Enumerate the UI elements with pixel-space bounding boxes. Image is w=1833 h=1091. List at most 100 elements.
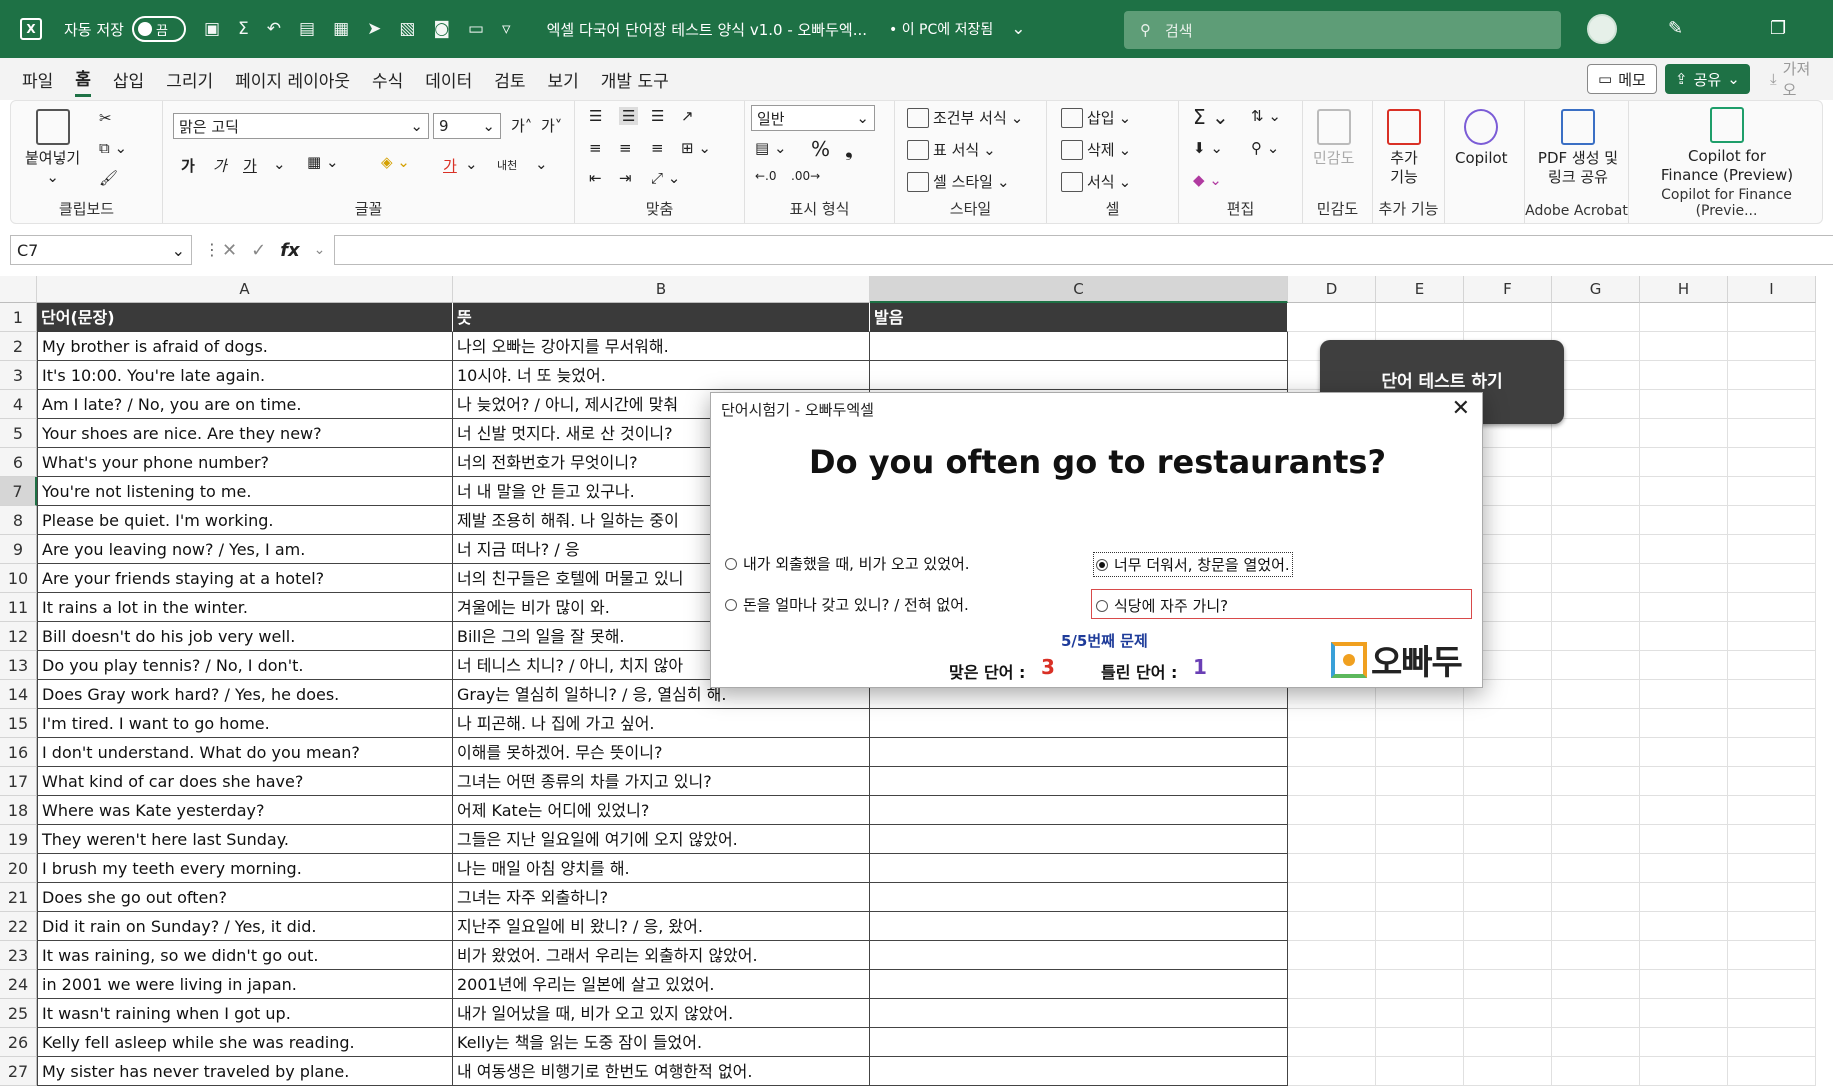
- align-right-icon[interactable]: ≡: [651, 139, 664, 157]
- empty-cell[interactable]: [1640, 303, 1728, 332]
- row-header[interactable]: 27: [0, 1057, 37, 1086]
- option-3[interactable]: 돈을 얼마나 갖고 있니? / 전혀 없어.: [725, 594, 969, 615]
- addins-button[interactable]: 추가 기능: [1387, 109, 1421, 187]
- empty-cell[interactable]: [1640, 883, 1728, 912]
- table-cell[interactable]: It rains a lot in the winter.: [37, 593, 453, 622]
- clear-icon[interactable]: ◆ ⌄: [1193, 171, 1222, 189]
- tab-home[interactable]: 홈: [75, 61, 91, 97]
- empty-cell[interactable]: [1288, 970, 1376, 999]
- row-header[interactable]: 22: [0, 912, 37, 941]
- table-cell[interactable]: 나 피곤해. 나 집에 가고 싶어.: [453, 709, 870, 738]
- table-cell[interactable]: 이해를 못하겠어. 무슨 뜻이니?: [453, 738, 870, 767]
- tab-developer[interactable]: 개발 도구: [601, 63, 669, 96]
- indent-icon[interactable]: ⇥: [619, 169, 632, 187]
- table-cell[interactable]: 나의 오빠는 강아지를 무서워해.: [453, 332, 870, 361]
- empty-cell[interactable]: [1728, 883, 1816, 912]
- empty-cell[interactable]: [1640, 651, 1728, 680]
- tab-view[interactable]: 보기: [548, 63, 579, 96]
- header-cell[interactable]: 단어(문장): [37, 303, 453, 332]
- row-header[interactable]: 3: [0, 361, 37, 390]
- empty-cell[interactable]: [1552, 535, 1640, 564]
- camera-icon[interactable]: ◙: [433, 19, 450, 39]
- empty-cell[interactable]: [1464, 1028, 1552, 1057]
- empty-cell[interactable]: [1640, 477, 1728, 506]
- number-format-select[interactable]: 일반 ⌄: [751, 105, 875, 131]
- table-cell[interactable]: [870, 361, 1288, 390]
- empty-cell[interactable]: [1376, 1057, 1464, 1086]
- empty-cell[interactable]: [1552, 622, 1640, 651]
- empty-cell[interactable]: [1728, 912, 1816, 941]
- empty-cell[interactable]: [1464, 767, 1552, 796]
- tab-data[interactable]: 데이터: [425, 63, 472, 96]
- table-cell[interactable]: They weren't here last Sunday.: [37, 825, 453, 854]
- empty-cell[interactable]: [1728, 709, 1816, 738]
- row-header[interactable]: 16: [0, 738, 37, 767]
- empty-cell[interactable]: [1552, 854, 1640, 883]
- table-cell[interactable]: Are your friends staying at a hotel?: [37, 564, 453, 593]
- text-direction-icon[interactable]: ↗: [681, 107, 694, 125]
- table-cell[interactable]: What kind of car does she have?: [37, 767, 453, 796]
- empty-cell[interactable]: [1640, 535, 1728, 564]
- table-cell[interactable]: My sister has never traveled by plane.: [37, 1057, 453, 1086]
- italic-button[interactable]: 가: [213, 155, 227, 176]
- column-header-a[interactable]: A: [37, 276, 453, 303]
- format-painter-icon[interactable]: 🖌: [99, 169, 118, 187]
- empty-cell[interactable]: [1728, 999, 1816, 1028]
- empty-cell[interactable]: [1552, 941, 1640, 970]
- empty-cell[interactable]: [1288, 941, 1376, 970]
- table-cell[interactable]: Please be quiet. I'm working.: [37, 506, 453, 535]
- autosave-toggle[interactable]: 끔: [131, 16, 186, 42]
- autosave[interactable]: 자동 저장 끔: [64, 16, 186, 42]
- empty-cell[interactable]: [1288, 999, 1376, 1028]
- more-icon[interactable]: ⋮: [204, 240, 220, 259]
- chevron-down-icon[interactable]: ⌄: [314, 242, 326, 258]
- pdf-create-button[interactable]: PDF 생성 및 링크 공유: [1533, 109, 1623, 187]
- cancel-icon[interactable]: ✕: [222, 240, 237, 261]
- empty-cell[interactable]: [1288, 709, 1376, 738]
- empty-cell[interactable]: [1464, 825, 1552, 854]
- column-header-f[interactable]: F: [1464, 276, 1552, 303]
- radio-button-selected[interactable]: [1096, 558, 1108, 571]
- empty-cell[interactable]: [1376, 303, 1464, 332]
- name-box[interactable]: C7 ⌄: [10, 235, 192, 265]
- row-header[interactable]: 25: [0, 999, 37, 1028]
- table-cell[interactable]: My brother is afraid of dogs.: [37, 332, 453, 361]
- row-header[interactable]: 14: [0, 680, 37, 709]
- empty-cell[interactable]: [1640, 941, 1728, 970]
- avatar[interactable]: [1587, 14, 1617, 44]
- empty-cell[interactable]: [1640, 332, 1728, 361]
- empty-cell[interactable]: [1288, 1057, 1376, 1086]
- tab-draw[interactable]: 그리기: [166, 63, 213, 96]
- empty-cell[interactable]: [1464, 796, 1552, 825]
- row-header[interactable]: 20: [0, 854, 37, 883]
- table-cell[interactable]: 지난주 일요일에 비 왔니? / 응, 왔어.: [453, 912, 870, 941]
- increase-decimal-icon[interactable]: ←.0: [755, 169, 777, 183]
- empty-cell[interactable]: [1640, 506, 1728, 535]
- empty-cell[interactable]: [1376, 1028, 1464, 1057]
- empty-cell[interactable]: [1640, 825, 1728, 854]
- font-color-button[interactable]: 가: [443, 155, 457, 176]
- bold-button[interactable]: 가: [181, 155, 195, 176]
- confirm-icon[interactable]: ✓: [251, 240, 266, 261]
- conditional-format-button[interactable]: 조건부 서식 ⌄: [907, 107, 1023, 128]
- empty-cell[interactable]: [1728, 970, 1816, 999]
- column-header-i[interactable]: I: [1728, 276, 1816, 303]
- empty-cell[interactable]: [1640, 796, 1728, 825]
- empty-cell[interactable]: [1464, 999, 1552, 1028]
- table-cell[interactable]: I'm tired. I want to go home.: [37, 709, 453, 738]
- empty-cell[interactable]: [1288, 303, 1376, 332]
- empty-cell[interactable]: [1376, 912, 1464, 941]
- empty-cell[interactable]: [1464, 912, 1552, 941]
- table-cell[interactable]: [870, 941, 1288, 970]
- empty-cell[interactable]: [1728, 1057, 1816, 1086]
- row-header[interactable]: 26: [0, 1028, 37, 1057]
- align-left-icon[interactable]: ≡: [589, 139, 602, 157]
- row-header[interactable]: 10: [0, 564, 37, 593]
- table-cell[interactable]: [870, 970, 1288, 999]
- table-cell[interactable]: [870, 767, 1288, 796]
- chevron-down-icon[interactable]: ⌄: [273, 155, 286, 173]
- table-cell[interactable]: It's 10:00. You're late again.: [37, 361, 453, 390]
- table-cell[interactable]: What's your phone number?: [37, 448, 453, 477]
- empty-cell[interactable]: [1640, 709, 1728, 738]
- empty-cell[interactable]: [1552, 796, 1640, 825]
